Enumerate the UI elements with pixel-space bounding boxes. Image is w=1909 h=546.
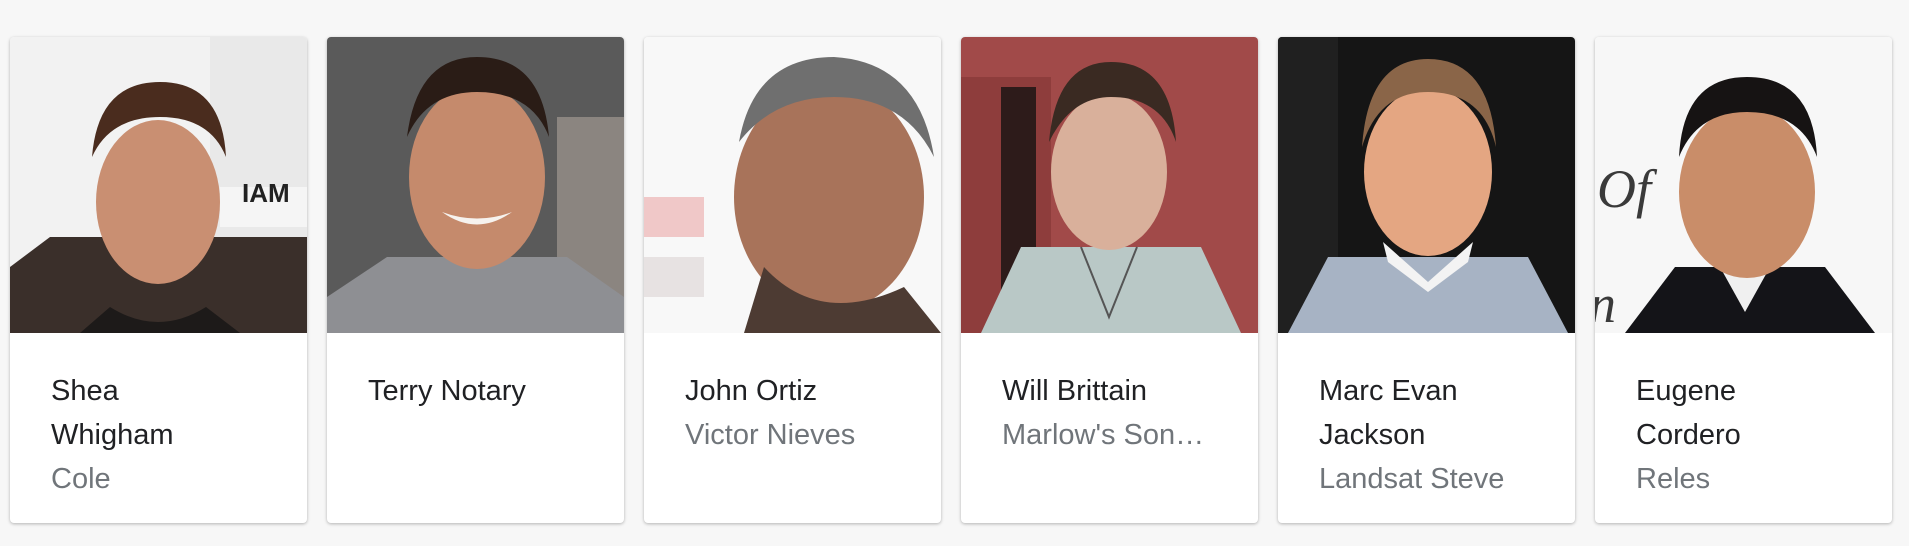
actor-name[interactable]: Will Brittain (1002, 369, 1232, 413)
cast-card[interactable]: John Ortiz Victor Nieves (644, 37, 941, 523)
actor-name[interactable]: Marc Evan (1319, 369, 1549, 413)
cast-info: Terry Notary (368, 375, 598, 413)
cast-info: Eugene Cordero Reles (1636, 375, 1866, 501)
cast-photo[interactable] (961, 37, 1258, 333)
actor-name[interactable]: Terry Notary (368, 369, 598, 413)
actor-name-line-2[interactable]: Cordero (1636, 413, 1866, 457)
cast-card[interactable]: Terry Notary (327, 37, 624, 523)
character-name[interactable]: Landsat Steve (1319, 457, 1541, 501)
character-name[interactable]: Cole (51, 457, 273, 501)
actor-name[interactable]: Eugene (1636, 369, 1866, 413)
character-name[interactable]: Marlow's Son… (1002, 413, 1224, 457)
cast-info: Marc Evan Jackson Landsat Steve (1319, 375, 1549, 501)
cast-carousel: IAM Shea Whigham Cole Terry Notary John … (0, 0, 1909, 546)
svg-text:n: n (1595, 274, 1616, 333)
cast-card[interactable]: Of n Eugene Cordero Reles (1595, 37, 1892, 523)
cast-info: Shea Whigham Cole (51, 375, 281, 501)
cast-photo[interactable] (327, 37, 624, 333)
cast-info: John Ortiz Victor Nieves (685, 375, 915, 457)
actor-name[interactable]: Shea (51, 369, 281, 413)
cast-card[interactable]: Will Brittain Marlow's Son… (961, 37, 1258, 523)
svg-text:IAM: IAM (242, 178, 290, 208)
cast-card[interactable]: Marc Evan Jackson Landsat Steve (1278, 37, 1575, 523)
cast-photo[interactable] (1278, 37, 1575, 333)
character-name[interactable]: Victor Nieves (685, 413, 907, 457)
cast-card[interactable]: IAM Shea Whigham Cole (10, 37, 307, 523)
actor-name[interactable]: John Ortiz (685, 369, 915, 413)
actor-name-line-2[interactable]: Whigham (51, 413, 281, 457)
cast-photo[interactable]: Of n (1595, 37, 1892, 333)
character-name[interactable]: Reles (1636, 457, 1858, 501)
cast-info: Will Brittain Marlow's Son… (1002, 375, 1232, 457)
svg-text:Of: Of (1597, 159, 1658, 219)
actor-name-line-2[interactable]: Jackson (1319, 413, 1549, 457)
cast-photo[interactable]: IAM (10, 37, 307, 333)
cast-photo[interactable] (644, 37, 941, 333)
